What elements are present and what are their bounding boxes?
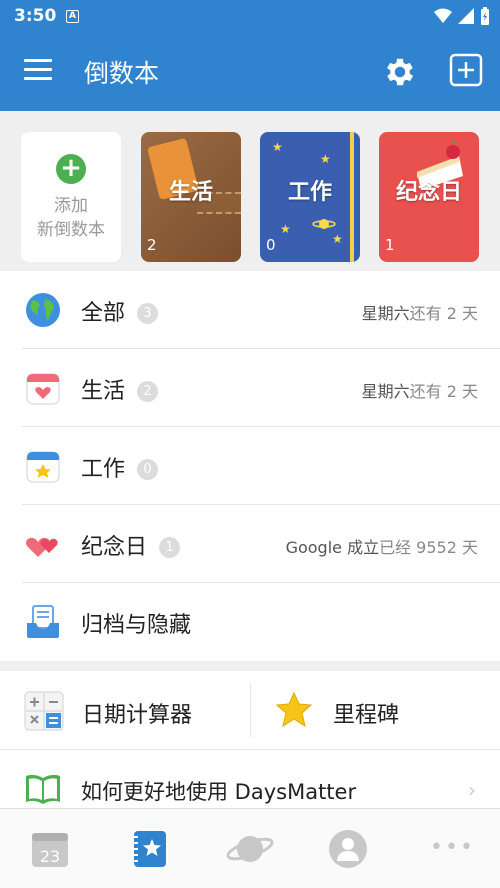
status-icons (434, 7, 490, 25)
battery-icon (481, 7, 489, 25)
book-life[interactable]: 生活 2 (141, 132, 241, 262)
bottom-nav: 23 ••• (0, 808, 500, 888)
status-time: 3:50 (14, 6, 57, 26)
hearts-icon (26, 537, 58, 557)
count-badge: 2 (137, 381, 159, 402)
next-event-text: 星期六还有 2 天 (361, 382, 478, 401)
book-count: 1 (385, 236, 395, 254)
page-title: 倒数本 (84, 59, 160, 88)
category-list: 全部 3 星期六还有 2 天 生活 2 星期六还有 2 天 工作 0 纪念日 1 Goo… (0, 271, 500, 661)
app-bar: 倒数本 (0, 33, 500, 111)
add-book-line2: 新倒数本 (37, 220, 105, 240)
wifi-icon (434, 8, 452, 23)
tools-row: 日期计算器 里程碑 (0, 671, 500, 750)
next-event-text: Google 成立已经 9552 天 (285, 538, 478, 557)
archive-tray-icon (27, 605, 59, 638)
count-badge: 3 (137, 303, 159, 324)
book-anniversary[interactable]: 纪念日 1 (379, 132, 479, 262)
book-work[interactable]: ★ ★ ★ ★ 工作 0 (260, 132, 360, 262)
signal-icon (458, 8, 474, 24)
help-label: 如何更好地使用 DaysMatter (81, 780, 357, 804)
list-item-label: 全部 3 (81, 295, 159, 327)
date-calculator-label: 日期计算器 (82, 703, 193, 728)
list-item-work[interactable]: 工作 0 (0, 427, 500, 505)
star-icon (275, 691, 313, 728)
add-book-line1: 添加 (54, 196, 88, 216)
help-row[interactable]: 如何更好地使用 DaysMatter › (0, 750, 500, 808)
star-icon: ★ (280, 222, 291, 236)
planet-icon (312, 219, 336, 229)
milestone-label: 里程碑 (333, 703, 400, 728)
next-event-text: 星期六还有 2 天 (361, 304, 478, 323)
book-name: 生活 (168, 180, 213, 205)
milestone-button[interactable]: 里程碑 (251, 671, 500, 750)
book-name: 工作 (287, 180, 332, 205)
chevron-right-icon: › (468, 778, 476, 802)
profile-tab-icon[interactable] (328, 829, 368, 869)
settings-gear-icon[interactable] (382, 54, 418, 90)
calendar-tab-icon[interactable]: 23 (30, 829, 70, 869)
add-plus-icon: + (56, 154, 86, 184)
calendar-day-number: 23 (40, 847, 60, 866)
list-item-anniversary[interactable]: 纪念日 1 Google 成立已经 9552 天 (0, 505, 500, 583)
more-tab-icon[interactable]: ••• (430, 837, 473, 877)
star-icon: ★ (320, 152, 331, 166)
list-item-all[interactable]: 全部 3 星期六还有 2 天 (0, 271, 500, 349)
books-strip: + 添加 新倒数本 生活 2 ★ ★ ★ ★ 工作 0 纪念日 1 (0, 111, 500, 271)
add-book-card[interactable]: + 添加 新倒数本 (21, 132, 121, 262)
globe-icon (26, 293, 60, 327)
book-count: 2 (147, 236, 157, 254)
calendar-heart-icon (26, 373, 60, 405)
add-countdown-icon[interactable] (449, 53, 483, 87)
list-item-archive[interactable]: 归档与隐藏 (0, 583, 500, 661)
list-item-label: 工作 0 (81, 451, 159, 483)
star-icon: ★ (272, 140, 283, 154)
section-gap (0, 661, 500, 671)
star-icon: ★ (332, 232, 343, 246)
date-calculator-button[interactable]: 日期计算器 (0, 671, 250, 750)
book-name: 纪念日 (395, 180, 462, 205)
book-count: 0 (266, 236, 276, 254)
list-item-label: 纪念日 1 (81, 529, 181, 561)
count-badge: 0 (137, 459, 159, 480)
status-bar: 3:50 A (0, 0, 500, 33)
menu-icon[interactable] (24, 59, 52, 83)
planet-tab-icon[interactable] (226, 829, 274, 869)
list-item-label: 归档与隐藏 (81, 613, 192, 638)
calculator-icon (24, 691, 64, 731)
book-open-icon (26, 774, 60, 804)
list-item-life[interactable]: 生活 2 星期六还有 2 天 (0, 349, 500, 427)
countdown-book-tab-icon[interactable] (130, 829, 170, 869)
status-a-icon: A (66, 10, 79, 23)
list-item-label: 生活 2 (81, 373, 159, 405)
count-badge: 1 (159, 537, 181, 558)
calendar-star-icon (26, 451, 60, 483)
